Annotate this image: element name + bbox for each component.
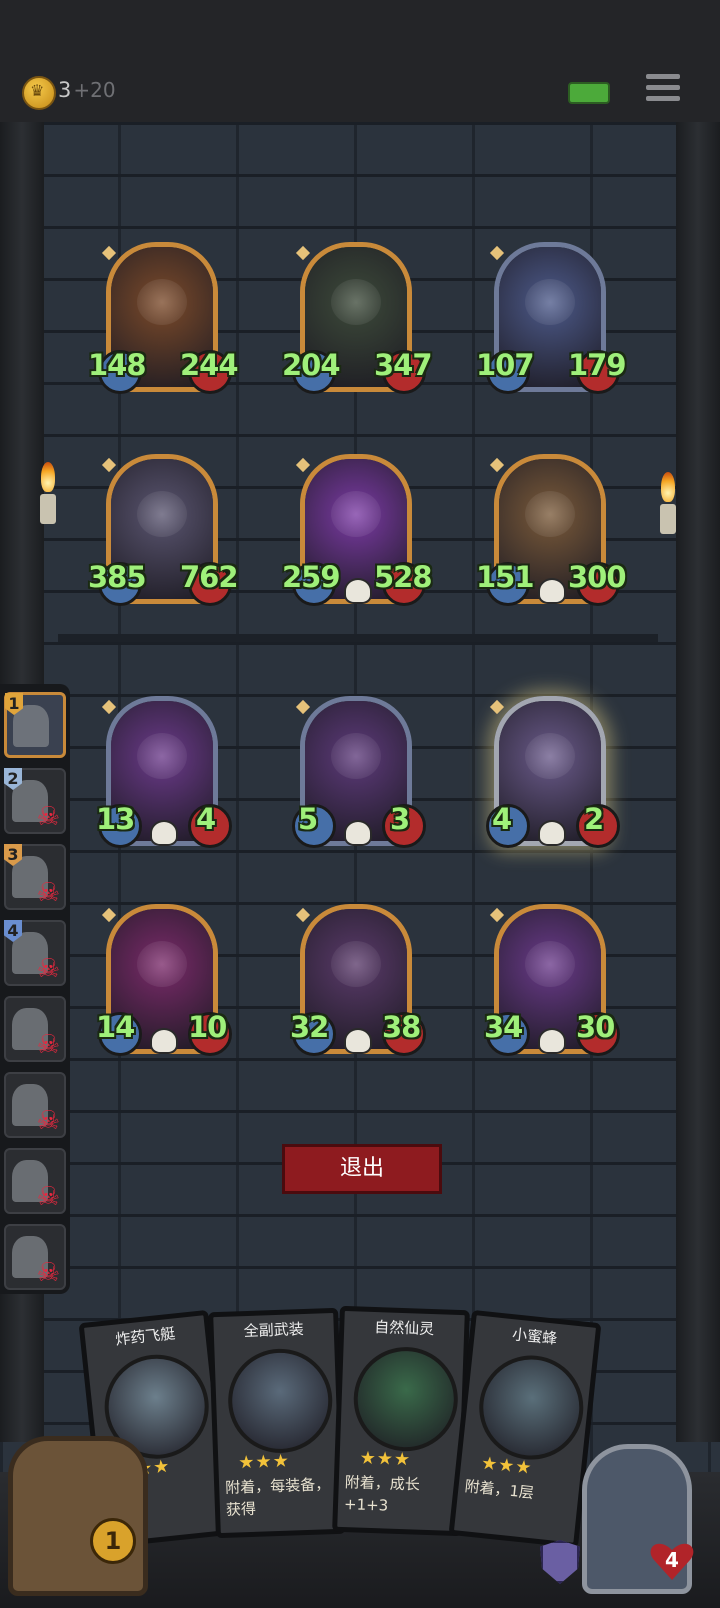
eliminated-skull-icon: ☠ xyxy=(36,1106,60,1136)
opponent-slot[interactable]: 2 ☠ xyxy=(4,768,66,834)
robot-turret-face xyxy=(525,733,575,779)
hand-card[interactable]: 小蜜蜂 ★★★ 附着，1层 xyxy=(448,1309,602,1549)
star-rating: ★★★ xyxy=(480,1452,534,1479)
gold-income: +20 xyxy=(73,78,116,102)
eliminated-skull-icon: ☠ xyxy=(36,954,60,984)
hand-card-art xyxy=(226,1347,335,1455)
eliminated-skull-icon: ☠ xyxy=(36,802,60,832)
skull-icon xyxy=(344,820,372,846)
skull-icon xyxy=(538,1028,566,1054)
attack-value: 148 xyxy=(88,348,147,382)
skull-icon xyxy=(538,820,566,846)
hand-card[interactable]: 全副武装 ★★★ 附着，每装备，获得 xyxy=(208,1307,346,1539)
health-value: 4 xyxy=(196,802,216,836)
eliminated-skull-icon: ☠ xyxy=(36,878,60,908)
eliminated-skull-icon: ☠ xyxy=(36,1182,60,1212)
attack-value: 385 xyxy=(88,560,147,594)
opponent-slot[interactable]: ☠ xyxy=(4,1072,66,1138)
skull-icon xyxy=(538,578,566,604)
attack-value: 151 xyxy=(476,560,535,594)
cannon-face xyxy=(525,941,575,987)
sea-witch-face xyxy=(525,279,575,325)
hand-card[interactable]: 自然仙灵 ★★★ 附着，成长 +1+3 xyxy=(332,1305,470,1537)
chest-level-badge: 1 xyxy=(90,1518,136,1564)
hand-card-title: 炸药飞艇 xyxy=(114,1324,177,1349)
hand-card-title: 全副武装 xyxy=(243,1320,305,1341)
hand-card-art xyxy=(474,1350,589,1465)
flower-girl-face xyxy=(525,491,575,537)
attack-value: 13 xyxy=(96,802,135,836)
health-value: 347 xyxy=(374,348,433,382)
hand-card-art xyxy=(351,1345,460,1453)
health-value: 30 xyxy=(576,1010,615,1044)
owl-face xyxy=(137,733,187,779)
hand-card-title: 自然仙灵 xyxy=(373,1318,435,1339)
opponent-slot[interactable]: ☠ xyxy=(4,1224,66,1290)
health-value: 38 xyxy=(382,1010,421,1044)
clown-face xyxy=(137,941,187,987)
gold-counter: 3 +20 xyxy=(58,78,116,102)
health-value: 2 xyxy=(584,802,604,836)
exit-button[interactable]: 退出 xyxy=(282,1144,442,1194)
skull-icon xyxy=(344,578,372,604)
attack-value: 34 xyxy=(484,1010,523,1044)
skull-icon xyxy=(150,820,178,846)
opponent-list: 1 2 ☠ 3 ☠ 4 ☠ ☠ ☠ ☠ ☠ xyxy=(0,684,70,1294)
skull-icon xyxy=(344,1028,372,1054)
sprout-girl-face xyxy=(331,491,381,537)
menu-button[interactable] xyxy=(646,74,680,106)
health-value: 3 xyxy=(390,802,410,836)
bomb-airship-face xyxy=(331,733,381,779)
hand-card-title: 小蜜蜂 xyxy=(511,1325,559,1348)
attack-value: 259 xyxy=(282,560,341,594)
attack-value: 32 xyxy=(290,1010,329,1044)
eliminated-skull-icon: ☠ xyxy=(36,1258,60,1288)
right-torch-icon xyxy=(656,472,680,542)
eliminated-skull-icon: ☠ xyxy=(36,1030,60,1060)
opponent-slot[interactable]: 3 ☠ xyxy=(4,844,66,910)
health-value: 528 xyxy=(374,560,433,594)
hand-card-description: 附着，每装备，获得 xyxy=(224,1475,331,1519)
attack-value: 14 xyxy=(96,1010,135,1044)
skull-icon xyxy=(150,1028,178,1054)
health-value: 300 xyxy=(568,560,627,594)
attack-value: 107 xyxy=(476,348,535,382)
health-value: 179 xyxy=(568,348,627,382)
battery-icon xyxy=(568,82,610,104)
opponent-slot[interactable]: ☠ xyxy=(4,1148,66,1214)
opponent-slot[interactable]: ☠ xyxy=(4,996,66,1062)
attack-value: 4 xyxy=(492,802,512,836)
top-bar: 3+20 xyxy=(0,0,720,122)
gold-coin-icon xyxy=(22,76,56,110)
hand-card-description: 附着，成长 +1+3 xyxy=(343,1473,421,1515)
spider-fiend-face xyxy=(331,279,381,325)
opponent-slot[interactable]: 4 ☠ xyxy=(4,920,66,986)
mushroom-beast-face xyxy=(137,491,187,537)
health-value: 10 xyxy=(188,1010,227,1044)
treant-face xyxy=(137,279,187,325)
board-separator xyxy=(58,634,658,642)
star-rating: ★★★ xyxy=(238,1450,291,1474)
shop-chest[interactable] xyxy=(8,1436,148,1596)
hand-card-description: 附着，1层 xyxy=(463,1477,535,1503)
left-torch-icon xyxy=(36,462,60,532)
attack-value: 5 xyxy=(298,802,318,836)
armored-knight-face xyxy=(331,941,381,987)
health-value: 762 xyxy=(180,560,239,594)
attack-value: 204 xyxy=(282,348,341,382)
opponent-slot[interactable]: 1 xyxy=(4,692,66,758)
health-value: 244 xyxy=(180,348,239,382)
right-pillar xyxy=(676,122,720,1442)
star-rating: ★★★ xyxy=(359,1447,412,1471)
